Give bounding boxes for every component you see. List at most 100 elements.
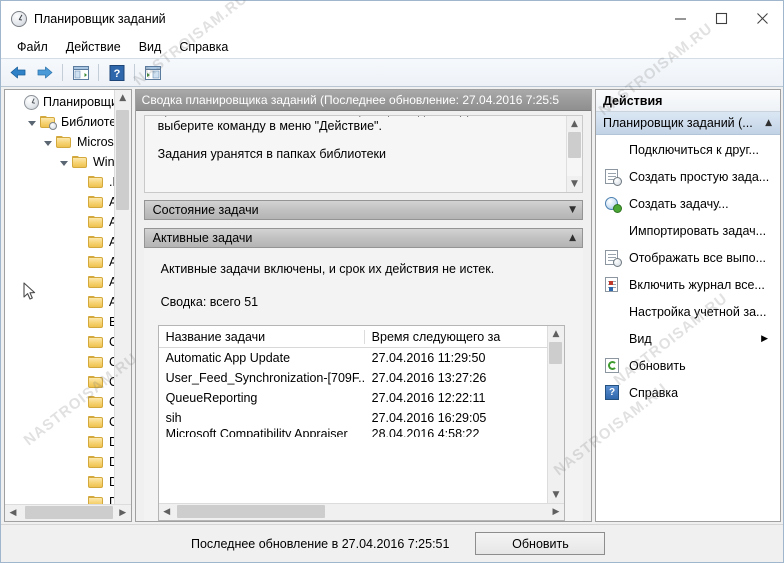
task-table-scroll-right-button[interactable]: ▶: [548, 504, 564, 520]
action-item[interactable]: Включить журнал все...: [596, 271, 780, 298]
tree-item[interactable]: CertificateS: [5, 332, 131, 352]
menu-file[interactable]: Файл: [9, 38, 56, 56]
tree-scroll-up-button[interactable]: ▲: [114, 90, 131, 106]
help-button[interactable]: ?: [105, 62, 128, 83]
task-table-scroll-up-button[interactable]: ▲: [548, 326, 564, 342]
tree-item[interactable]: Customer E: [5, 412, 131, 432]
task-table-hscroll-track[interactable]: [175, 504, 548, 520]
action-item-label: Отображать все выпо...: [629, 250, 767, 265]
intro-scroll-down-button[interactable]: ▼: [566, 176, 582, 192]
close-button[interactable]: [742, 1, 783, 36]
tree-hscroll-track[interactable]: [21, 505, 115, 521]
tree-item[interactable]: Chkdsk: [5, 352, 131, 372]
tree-item[interactable]: Defrag: [5, 452, 131, 472]
tree-vertical-scrollbar[interactable]: ▲ ▼: [113, 90, 131, 521]
tree-item[interactable]: Windows: [5, 152, 131, 172]
show-hide-tree-button[interactable]: [69, 62, 92, 83]
intro-vscroll-thumb[interactable]: [567, 132, 581, 158]
tree-item[interactable]: .NET Frame: [5, 172, 131, 192]
tree-item[interactable]: Bluetooth: [5, 312, 131, 332]
task-table-vertical-scrollbar[interactable]: ▲ ▼: [547, 326, 564, 503]
tree-item[interactable]: CloudExper: [5, 392, 131, 412]
column-header-next-run-time[interactable]: Время следующего за: [365, 330, 547, 344]
back-button[interactable]: [7, 62, 30, 83]
show-action-pane-button[interactable]: [141, 62, 164, 83]
actions-group-header[interactable]: Планировщик заданий (... ▲: [596, 112, 780, 135]
task-table-hscroll-thumb[interactable]: [176, 505, 325, 518]
table-row[interactable]: Automatic App Update 27.04.2016 11:29:50: [159, 348, 547, 368]
folder-icon: [88, 355, 104, 369]
tree-body: Планировщик заданий (Библиотека планироM…: [5, 90, 131, 504]
action-item[interactable]: Создать простую зада...: [596, 163, 780, 190]
table-row[interactable]: User_Feed_Synchronization-[709F... 27.04.…: [159, 368, 547, 388]
forward-button[interactable]: [33, 62, 56, 83]
tree-item[interactable]: AppxDeploy: [5, 272, 131, 292]
active-tasks-table: Название задачи Время следующего за Auto…: [157, 325, 565, 521]
column-header-task-name[interactable]: Название задачи: [159, 329, 365, 344]
section-task-status-label: Состояние задачи: [152, 203, 259, 217]
section-active-tasks-label: Активные задачи: [152, 231, 253, 245]
tree-item[interactable]: Diagnosis: [5, 492, 131, 504]
section-task-status[interactable]: Состояние задачи ▼: [143, 200, 583, 220]
action-item[interactable]: Отображать все выпо...: [596, 244, 780, 271]
action-item[interactable]: ? Справка: [596, 379, 780, 406]
action-item[interactable]: Импортировать задач...: [596, 217, 780, 244]
refresh-icon: [604, 357, 621, 374]
tree-item[interactable]: Data Integri: [5, 432, 131, 452]
folder-icon: [72, 155, 88, 169]
task-table-vscroll-track[interactable]: [548, 342, 564, 487]
tree-vscroll-thumb[interactable]: [115, 110, 129, 210]
tree-item[interactable]: Application: [5, 232, 131, 252]
table-row[interactable]: QueueReporting 27.04.2016 12:22:11: [159, 388, 547, 408]
table-row[interactable]: sih 27.04.2016 16:29:05: [159, 408, 547, 428]
tree-pane: Планировщик заданий (Библиотека планироM…: [4, 89, 132, 522]
task-table-scroll-down-button[interactable]: ▼: [548, 487, 564, 503]
action-item[interactable]: Обновить: [596, 352, 780, 379]
menu-help[interactable]: Справка: [171, 38, 236, 56]
toolbar-separator-2: [98, 64, 99, 81]
tree-item[interactable]: AppID: [5, 212, 131, 232]
chevron-down-icon[interactable]: [24, 114, 40, 130]
action-item[interactable]: Настройка учетной за...: [596, 298, 780, 325]
tree-item[interactable]: Библиотека планиро: [5, 112, 131, 132]
tree-scroll-right-button[interactable]: ▶: [115, 505, 131, 521]
task-table-vscroll-thumb[interactable]: [549, 342, 562, 364]
tree-vscroll-track[interactable]: [115, 106, 131, 505]
tree-item[interactable]: Application: [5, 252, 131, 272]
minimize-button[interactable]: [660, 1, 701, 36]
action-item-label: Подключиться к друг...: [629, 142, 759, 157]
action-item[interactable]: Создать задачу...: [596, 190, 780, 217]
task-table-scroll-left-button[interactable]: ◀: [159, 504, 175, 520]
intro-vertical-scrollbar[interactable]: ▲ ▼: [566, 116, 582, 192]
action-item-label: Настройка учетной за...: [629, 304, 767, 319]
tree-hscroll-thumb[interactable]: [25, 506, 113, 519]
tree-item[interactable]: Планировщик заданий (: [5, 92, 131, 112]
action-item[interactable]: Вид ▶: [596, 325, 780, 352]
menu-view[interactable]: Вид: [131, 38, 170, 56]
folder-icon: [88, 315, 104, 329]
tree-item[interactable]: Active Direc: [5, 192, 131, 212]
intro-scroll-up-button[interactable]: ▲: [566, 116, 582, 132]
menu-action[interactable]: Действие: [58, 38, 129, 56]
maximize-button[interactable]: [701, 1, 742, 36]
action-icon-placeholder: [604, 331, 621, 347]
table-row[interactable]: Microsoft Compatibility Appraiser 28.04.2…: [159, 428, 547, 437]
tree-item[interactable]: Clip: [5, 372, 131, 392]
action-item[interactable]: Подключиться к друг...: [596, 136, 780, 163]
title-bar: Планировщик заданий: [1, 1, 783, 36]
tree-scroll-left-button[interactable]: ◀: [5, 505, 21, 521]
chevron-down-icon[interactable]: [40, 134, 56, 150]
action-item-label: Включить журнал все...: [629, 277, 765, 292]
tree-item[interactable]: Microsoft: [5, 132, 131, 152]
tree-expander-spacer: [8, 94, 24, 110]
intro-vscroll-track[interactable]: [567, 132, 582, 176]
section-active-tasks[interactable]: Активные задачи ▲: [143, 228, 583, 248]
intro-paragraph-2: Задания уранятся в папках библиотеки: [157, 147, 386, 161]
chevron-down-icon[interactable]: [56, 154, 72, 170]
tree-horizontal-scrollbar[interactable]: ◀ ▶: [5, 504, 131, 521]
cell-next-run-time: 27.04.2016 12:22:11: [371, 391, 486, 405]
tree-item[interactable]: Device Setu: [5, 472, 131, 492]
refresh-button[interactable]: Обновить: [475, 532, 606, 555]
tree-item[interactable]: Autochk: [5, 292, 131, 312]
task-table-horizontal-scrollbar[interactable]: ◀ ▶: [158, 503, 564, 520]
